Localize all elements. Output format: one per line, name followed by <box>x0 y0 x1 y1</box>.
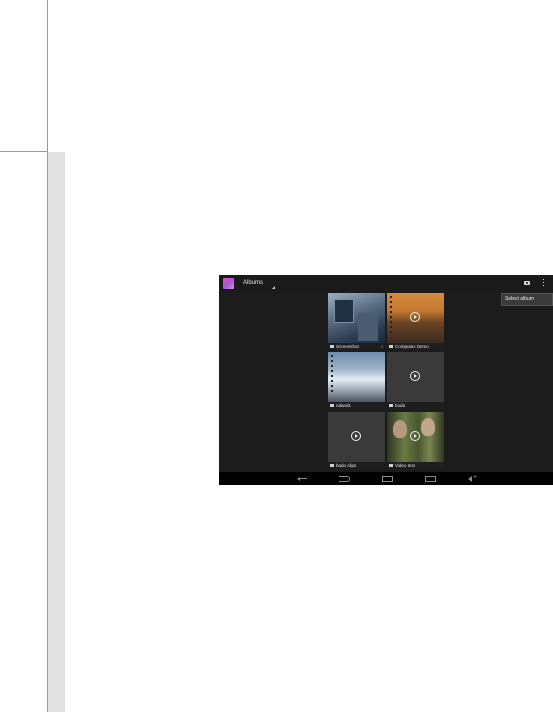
albums-dropdown-label[interactable]: Albums <box>243 279 263 287</box>
play-icon <box>410 431 420 441</box>
album-thumbnail <box>387 293 444 343</box>
album-name: bado clips <box>336 463 357 468</box>
back-arrow-icon[interactable] <box>339 476 350 482</box>
album-tile[interactable]: bado clips <box>328 412 385 469</box>
folder-icon <box>389 464 393 467</box>
dropdown-arrow-icon <box>272 286 275 289</box>
page-side-bar <box>48 152 65 712</box>
album-name: Computex Demo <box>395 344 429 349</box>
album-name: ruland1 <box>336 403 352 408</box>
folder-icon <box>330 404 334 407</box>
album-name: Video test <box>395 463 415 468</box>
system-navigation-bar <box>219 472 553 485</box>
album-thumbnail <box>328 293 385 343</box>
album-caption: ruland1 <box>328 402 385 409</box>
overflow-menu-icon[interactable] <box>543 279 545 289</box>
album-tile[interactable]: Computex Demo <box>387 293 444 350</box>
folder-icon <box>330 464 334 467</box>
play-icon <box>351 431 361 441</box>
camera-icon[interactable] <box>524 281 530 285</box>
album-caption: boda <box>387 402 444 409</box>
folder-icon <box>389 345 393 348</box>
folder-icon <box>389 404 393 407</box>
play-icon <box>410 312 420 322</box>
album-name: boda <box>395 403 406 408</box>
folder-icon <box>330 345 334 348</box>
overflow-menu: Select album <box>501 293 553 306</box>
volume-icon[interactable] <box>468 473 478 482</box>
album-caption: bado clips <box>328 462 385 469</box>
page-horizontal-rule <box>0 151 47 152</box>
recent-apps-icon[interactable] <box>425 476 436 482</box>
album-tile[interactable]: boda <box>387 352 444 409</box>
album-thumbnail <box>328 412 385 462</box>
album-tile[interactable]: Screenshot 4 <box>328 293 385 350</box>
gallery-screen: Albums Select album Screenshot 4 Compute… <box>219 275 553 485</box>
action-bar: Albums <box>219 275 553 293</box>
album-count: 4 <box>380 344 383 349</box>
album-thumbnail <box>387 412 444 462</box>
back-icon[interactable] <box>297 475 307 482</box>
album-caption: Video test <box>387 462 444 469</box>
album-caption: Screenshot 4 <box>328 343 385 350</box>
play-icon <box>410 371 420 381</box>
album-tile[interactable]: ruland1 <box>328 352 385 409</box>
home-icon[interactable] <box>382 476 393 482</box>
album-thumbnail <box>328 352 385 402</box>
album-tile[interactable]: Video test <box>387 412 444 469</box>
gallery-app-icon[interactable] <box>223 278 234 289</box>
album-caption: Computex Demo <box>387 343 444 350</box>
menu-item-select-album[interactable]: Select album <box>505 296 534 303</box>
album-name: Screenshot <box>336 344 359 349</box>
album-thumbnail <box>387 352 444 402</box>
